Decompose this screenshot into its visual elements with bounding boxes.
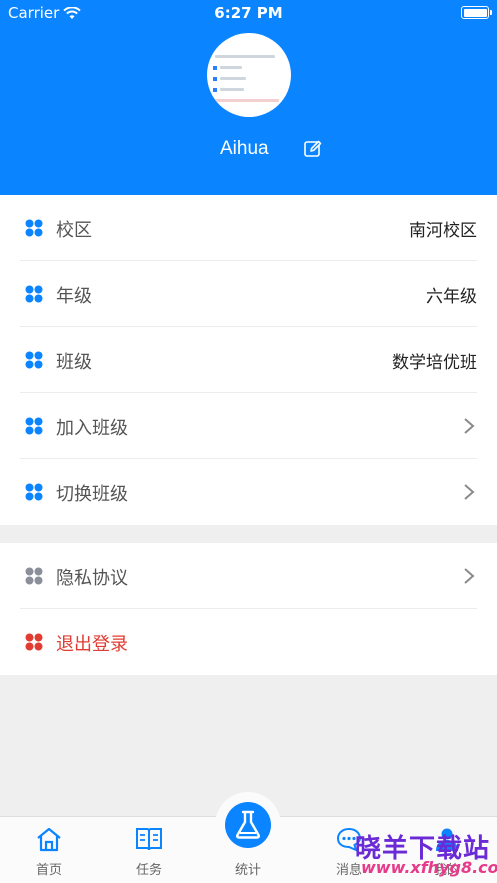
tab-home[interactable]: 首页 xyxy=(14,817,84,883)
row-label: 切换班级 xyxy=(56,484,128,505)
row-value: 南河校区 xyxy=(409,221,477,241)
watermark: 晓羊下载站 www.xfhyg8.com xyxy=(355,828,497,880)
class-info-list: 校区 南河校区 年级 六年级 班级 数学培优班 加入班级 切换班级 xyxy=(0,195,497,525)
grid-icon xyxy=(25,633,43,651)
status-bar: Carrier 6:27 PM xyxy=(0,0,497,26)
user-name: Aihua xyxy=(220,138,269,159)
row-label: 校区 xyxy=(56,220,92,241)
status-time: 6:27 PM xyxy=(214,4,283,22)
chevron-right-icon xyxy=(464,484,475,500)
avatar[interactable] xyxy=(207,33,291,117)
row-campus[interactable]: 校区 南河校区 xyxy=(0,195,497,261)
row-value: 六年级 xyxy=(426,287,477,307)
grid-icon xyxy=(25,219,43,237)
row-label: 加入班级 xyxy=(56,418,128,439)
book-icon xyxy=(136,828,162,851)
grid-icon xyxy=(25,285,43,303)
row-logout[interactable]: 退出登录 xyxy=(0,609,497,675)
row-label: 隐私协议 xyxy=(56,568,128,589)
tab-label: 首页 xyxy=(35,863,62,878)
row-label: 退出登录 xyxy=(56,634,128,655)
grid-icon xyxy=(25,351,43,369)
grid-icon xyxy=(25,417,43,435)
tab-statistics[interactable] xyxy=(215,792,281,858)
watermark-url: www.xfhyg8.com xyxy=(361,858,497,877)
home-icon xyxy=(37,827,61,852)
grid-icon xyxy=(25,483,43,501)
chevron-right-icon xyxy=(464,418,475,434)
row-label: 年级 xyxy=(56,286,92,307)
row-value: 数学培优班 xyxy=(392,353,477,373)
row-join-class[interactable]: 加入班级 xyxy=(0,393,497,459)
row-grade[interactable]: 年级 六年级 xyxy=(0,261,497,327)
edit-icon[interactable] xyxy=(303,139,323,159)
row-class[interactable]: 班级 数学培优班 xyxy=(0,327,497,393)
flask-icon xyxy=(236,810,260,839)
battery-icon xyxy=(461,6,492,19)
tab-label: 统计 xyxy=(234,863,261,878)
tab-label: 任务 xyxy=(135,863,162,878)
grid-icon xyxy=(25,567,43,585)
row-switch-class[interactable]: 切换班级 xyxy=(0,459,497,525)
row-privacy[interactable]: 隐私协议 xyxy=(0,543,497,609)
profile-header: Carrier 6:27 PM Aihua xyxy=(0,0,497,195)
chevron-right-icon xyxy=(464,568,475,584)
battery-fill xyxy=(463,8,487,17)
tab-tasks[interactable]: 任务 xyxy=(114,817,184,883)
row-label: 班级 xyxy=(56,352,92,373)
settings-list: 隐私协议 退出登录 xyxy=(0,543,497,675)
